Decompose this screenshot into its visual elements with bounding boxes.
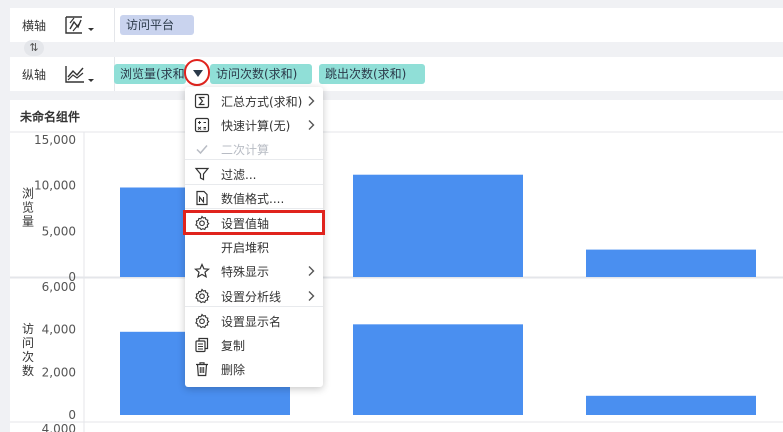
- y-axis-title-char: 次: [22, 350, 34, 364]
- y-tick-label: 6,000: [42, 280, 76, 294]
- chart-area: 05,00010,00015,000浏览量02,0004,0006,000访问次…: [10, 131, 783, 432]
- menu-item-analysis-line[interactable]: 设置分析线: [185, 284, 323, 308]
- x-axis-label: 横轴: [22, 19, 47, 33]
- menu-item-label: 特殊显示: [221, 265, 270, 279]
- y-tick-label: 10,000: [34, 179, 76, 193]
- copy-icon: [194, 337, 210, 353]
- y-field-pill-pageviews[interactable]: 浏览量(求和: [114, 64, 186, 84]
- menu-item-label: 过滤...: [221, 168, 257, 182]
- y-field-pill-bounces[interactable]: 跳出次数(求和): [319, 64, 425, 84]
- menu-separator: [185, 306, 323, 307]
- menu-item-label: 快速计算(无): [221, 119, 291, 133]
- menu-separator: [185, 159, 323, 160]
- y-tick-label: 4,000: [42, 422, 76, 432]
- chart-type-icon[interactable]: [64, 14, 104, 36]
- field-dropdown-button[interactable]: [184, 59, 210, 86]
- y-axis-title-char: 量: [22, 215, 34, 229]
- menu-item-number-format[interactable]: 数值格式....: [185, 186, 323, 210]
- y-axis-label: 纵轴: [22, 68, 47, 82]
- y-field-pill-visits[interactable]: 访问次数(求和): [210, 64, 312, 84]
- y-axis-title-char: 问: [22, 336, 34, 350]
- sum-icon: [194, 93, 210, 109]
- menu-item-enable-stacking[interactable]: 开启堆积: [185, 235, 323, 259]
- y-axis-title-char: 访: [22, 322, 34, 336]
- field-context-menu: 汇总方式(求和) 快速计算(无) 二次计算 过滤... 数值格式.... 设置值轴 开启堆积…: [185, 87, 323, 387]
- y-axis-title-char: 浏: [22, 187, 34, 201]
- x-axis-shelf: 横轴 访问平台: [10, 8, 783, 42]
- menu-item-label: 汇总方式(求和): [221, 95, 303, 109]
- menu-item-secondary-calc: 二次计算: [185, 137, 323, 161]
- x-field-pill[interactable]: 访问平台: [120, 15, 194, 35]
- gear-icon: [194, 288, 210, 304]
- menu-item-quick-calc[interactable]: 快速计算(无): [185, 113, 323, 137]
- chevron-right-icon: [307, 119, 315, 131]
- calculator-icon: [194, 117, 210, 133]
- menu-item-label: 设置显示名: [221, 315, 282, 329]
- swap-axes-button[interactable]: ⇅: [24, 40, 44, 56]
- menu-item-label: 设置分析线: [221, 290, 282, 304]
- chevron-right-icon: [307, 290, 315, 302]
- chevron-right-icon: [307, 95, 315, 107]
- menu-item-copy[interactable]: 复制: [185, 333, 323, 357]
- y-tick-label: 2,000: [42, 365, 76, 379]
- bar: [353, 324, 523, 415]
- menu-item-filter[interactable]: 过滤...: [185, 162, 323, 186]
- menu-item-special-display[interactable]: 特殊显示: [185, 259, 323, 283]
- menu-item-label: 开启堆积: [221, 241, 270, 255]
- filter-icon: [194, 166, 210, 182]
- y-tick-label: 4,000: [42, 323, 76, 337]
- gear-icon: [194, 313, 210, 329]
- menu-item-label: 复制: [221, 339, 246, 353]
- star-icon: [194, 263, 210, 279]
- dropdown-triangle-icon: [193, 70, 203, 77]
- y-axis-title-char: 数: [22, 363, 34, 378]
- chart-panel: 未命名组件 0 5,000 10,000 15,000 浏览量 0 2,000 4,000 6,…: [10, 100, 783, 432]
- chevron-right-icon: [307, 265, 315, 277]
- trash-icon: [194, 361, 210, 377]
- menu-item-label: 删除: [221, 363, 246, 377]
- menu-separator: [185, 184, 323, 185]
- y-tick-label: 15,000: [34, 133, 76, 147]
- bar: [586, 395, 756, 415]
- menu-item-label: 数值格式....: [221, 192, 285, 206]
- shelf-divider: [114, 8, 115, 42]
- menu-item-display-name[interactable]: 设置显示名: [185, 309, 323, 333]
- number-format-icon: [194, 190, 210, 206]
- check-icon: [194, 141, 210, 157]
- y-axis-shelf: 纵轴 浏览量(求和 访问次数(求和) 跳出次数(求和): [10, 57, 783, 91]
- menu-separator: [185, 208, 323, 209]
- menu-item-aggregation[interactable]: 汇总方式(求和): [185, 89, 323, 113]
- y-axis-title-char: 览: [22, 200, 34, 215]
- line-chart-type-icon[interactable]: [64, 63, 104, 85]
- bar: [353, 174, 523, 277]
- bar: [586, 249, 756, 277]
- y-tick-label: 0: [68, 408, 76, 422]
- highlight-box: [183, 210, 325, 235]
- y-tick-label: 5,000: [42, 224, 76, 238]
- menu-item-delete[interactable]: 删除: [185, 357, 323, 381]
- menu-item-label: 二次计算: [221, 143, 270, 157]
